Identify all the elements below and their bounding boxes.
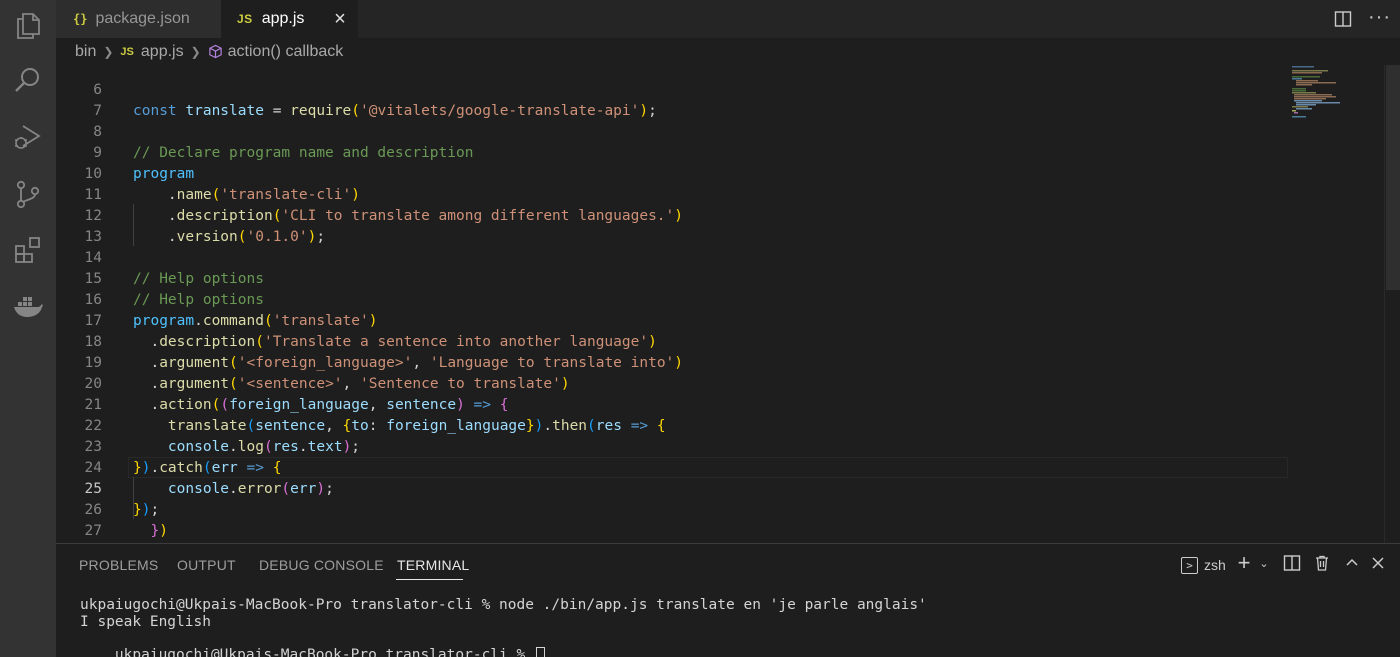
tab-label: package.json (95, 10, 190, 27)
terminal-cursor (535, 647, 545, 657)
terminal-line: I speak English (80, 614, 211, 630)
editor-tab-bar: {} package.json JS app.js × ··· (56, 0, 1400, 38)
explorer-icon[interactable] (12, 10, 44, 42)
code-line: 15 // Help options (56, 248, 1286, 308)
minimap[interactable] (1288, 64, 1384, 124)
js-file-icon: JS (237, 12, 253, 26)
breadcrumb-symbol[interactable]: action() callback (228, 43, 344, 61)
code-line: 17 .description('Translate a sentence in… (56, 290, 1286, 350)
extensions-icon[interactable] (12, 234, 44, 266)
terminal-line: ukpaiugochi@Ukpais-MacBook-Pro translato… (80, 597, 927, 613)
shell-name: zsh (1204, 557, 1226, 573)
breadcrumb-file[interactable]: app.js (141, 43, 184, 61)
editor-scrollbar-thumb[interactable] (1386, 65, 1400, 290)
code-line: 19 .argument('<sentence>', 'Sentence to … (56, 332, 1286, 392)
breadcrumb-folder[interactable]: bin (75, 43, 96, 61)
tab-package-json[interactable]: {} package.json (56, 0, 221, 38)
source-control-icon[interactable] (12, 178, 44, 210)
search-icon[interactable] (12, 64, 44, 96)
code-editor[interactable]: 6 const translate = require('@vitalets/g… (56, 59, 1400, 543)
chevron-down-icon[interactable]: ⌄ (1254, 554, 1274, 574)
code-line: 24 console.error(err); (56, 437, 1286, 497)
code-line: 21 translate(sentence, {to: foreign_lang… (56, 374, 1286, 434)
new-terminal-icon[interactable]: + (1234, 552, 1254, 574)
method-cube-icon (208, 44, 222, 59)
code-line: 16 program.command('translate') (56, 269, 1286, 329)
terminal-picker[interactable]: > zsh (1181, 555, 1226, 575)
code-line: 8 // Declare program name and descriptio… (56, 101, 1286, 161)
code-line: 27 (56, 500, 1286, 539)
code-line: 6 const translate = require('@vitalets/g… (56, 59, 1286, 119)
terminal-prompt: ukpaiugochi@Ukpais-MacBook-Pro translato… (114, 647, 534, 657)
more-actions-icon[interactable]: ··· (1368, 7, 1390, 30)
js-file-icon: JS (120, 45, 134, 58)
code-line: 18 .argument('<foreign_language>', 'Lang… (56, 311, 1286, 371)
json-file-icon: {} (73, 12, 88, 26)
tab-label: app.js (261, 10, 305, 27)
terminal-prompt-line[interactable]: ukpaiugochi@Ukpais-MacBook-Pro translato… (80, 630, 545, 657)
docker-icon[interactable] (12, 290, 44, 322)
code-line: 25 }); (56, 458, 1286, 518)
close-icon[interactable]: × (330, 9, 350, 29)
code-line: 23 }).catch(err => { (56, 416, 1286, 476)
code-line: 7 (56, 80, 1286, 119)
chevron-up-icon[interactable] (1342, 554, 1362, 574)
code-line: 13 (56, 206, 1286, 245)
activity-bar (0, 0, 56, 657)
code-line: 20 .action((foreign_language, sentence) … (56, 353, 1286, 413)
split-editor-icon[interactable] (1334, 10, 1352, 28)
run-debug-icon[interactable] (12, 121, 44, 153)
code-line: 22 console.log(res.text); (56, 395, 1286, 455)
code-line: 26 }) (56, 479, 1286, 539)
tab-debug-console[interactable]: DEBUG CONSOLE (259, 557, 384, 573)
split-terminal-icon[interactable] (1282, 554, 1302, 574)
code-line: 9 program (56, 122, 1286, 182)
chevron-right-icon: ❯ (103, 44, 114, 59)
active-tab-indicator (396, 579, 463, 580)
tab-app-js[interactable]: JS app.js × (221, 0, 358, 38)
code-line: 12 .version('0.1.0'); (56, 185, 1286, 245)
code-line: 10 .name('translate-cli') (56, 143, 1286, 203)
terminal-icon: > (1181, 556, 1198, 574)
close-panel-icon[interactable] (1368, 554, 1388, 574)
code-line: 14 // Help options (56, 227, 1286, 287)
trash-icon[interactable] (1312, 554, 1332, 574)
bottom-panel: PROBLEMS OUTPUT DEBUG CONSOLE TERMINAL >… (56, 543, 1400, 657)
tab-output[interactable]: OUTPUT (177, 557, 236, 573)
code-line: 28 program.parse(); (56, 521, 1286, 542)
chevron-right-icon: ❯ (190, 44, 201, 59)
tab-terminal[interactable]: TERMINAL (397, 557, 469, 573)
code-line: 11 .description('CLI to translate among … (56, 164, 1286, 224)
tab-problems[interactable]: PROBLEMS (79, 557, 158, 573)
